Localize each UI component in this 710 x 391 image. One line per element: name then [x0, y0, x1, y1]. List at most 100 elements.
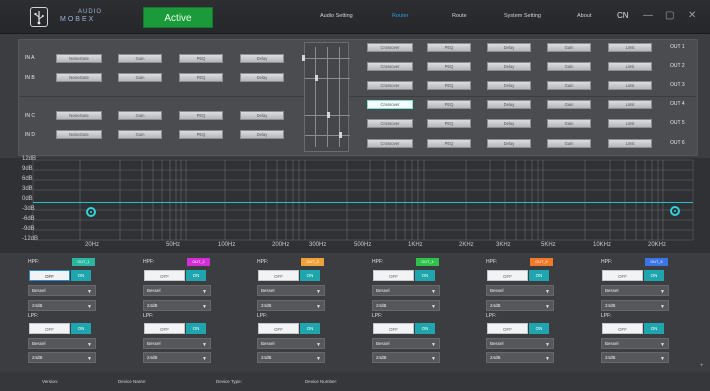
- hpf-on-button[interactable]: ON: [71, 270, 91, 281]
- hpf-slope-select[interactable]: 24dB ▼: [257, 300, 325, 311]
- plus-icon[interactable]: +: [700, 363, 704, 369]
- hpf-off-button[interactable]: OFF: [29, 270, 70, 281]
- out-2-peq-button[interactable]: PEQ: [427, 62, 471, 71]
- lpf-off-button[interactable]: OFF: [487, 323, 528, 334]
- close-icon[interactable]: ✕: [688, 10, 696, 21]
- hpf-on-button[interactable]: ON: [300, 270, 320, 281]
- lpf-type-select[interactable]: Bessel ▼: [486, 338, 554, 349]
- nav-route[interactable]: Route: [452, 13, 467, 19]
- lpf-slope-select[interactable]: 24dB ▼: [486, 352, 554, 363]
- lpf-off-button[interactable]: OFF: [258, 323, 299, 334]
- out-6-limit-button[interactable]: Limit: [608, 139, 652, 148]
- lpf-type-select[interactable]: Bessel ▼: [372, 338, 440, 349]
- routing-matrix[interactable]: [302, 42, 350, 152]
- out-1-gain-button[interactable]: Gain: [547, 43, 591, 52]
- hpf-off-button[interactable]: OFF: [373, 270, 414, 281]
- out-2-crossover-button[interactable]: Crossover: [367, 62, 413, 71]
- out-5-gain-button[interactable]: Gain: [547, 119, 591, 128]
- maximize-icon[interactable]: ▢: [665, 10, 674, 21]
- language-toggle[interactable]: CN: [617, 11, 629, 20]
- hpf-slope-select[interactable]: 24dB ▼: [143, 300, 211, 311]
- out-2-delay-button[interactable]: Delay: [487, 62, 531, 71]
- lpf-on-button[interactable]: ON: [300, 323, 320, 334]
- nav-system-setting[interactable]: System Setting: [504, 13, 541, 19]
- hpf-slope-select[interactable]: 24dB ▼: [372, 300, 440, 311]
- lpf-slope-select[interactable]: 24dB ▼: [143, 352, 211, 363]
- out-1-delay-button[interactable]: Delay: [487, 43, 531, 52]
- hpf-on-button[interactable]: ON: [644, 270, 664, 281]
- hpf-on-button[interactable]: ON: [415, 270, 435, 281]
- out-5-crossover-button[interactable]: Crossover: [367, 119, 413, 128]
- out-2-limit-button[interactable]: Limit: [608, 62, 652, 71]
- nav-about[interactable]: About: [577, 13, 591, 19]
- hpf-type-select[interactable]: Bessel ▼: [143, 285, 211, 296]
- lpf-on-button[interactable]: ON: [415, 323, 435, 334]
- hpf-type-select[interactable]: Bessel ▼: [28, 285, 96, 296]
- in-b-delay-button[interactable]: Delay: [240, 73, 284, 82]
- in-c-noisegate-button[interactable]: NoiseGate: [56, 111, 102, 120]
- eq-response-graph[interactable]: 12dB 9dB 6dB 3dB 0dB -3dB -6dB -9dB -12d…: [0, 156, 710, 253]
- route-node[interactable]: [327, 112, 330, 118]
- lpf-on-button[interactable]: ON: [644, 323, 664, 334]
- out-4-gain-button[interactable]: Gain: [547, 100, 591, 109]
- minimize-icon[interactable]: —: [643, 10, 653, 21]
- out-4-limit-button[interactable]: Limit: [608, 100, 652, 109]
- out-3-gain-button[interactable]: Gain: [547, 81, 591, 90]
- hpf-type-select[interactable]: Bessel ▼: [486, 285, 554, 296]
- out-6-gain-button[interactable]: Gain: [547, 139, 591, 148]
- in-b-noisegate-button[interactable]: NoiseGate: [56, 73, 102, 82]
- hpf-off-button[interactable]: OFF: [144, 270, 185, 281]
- route-node[interactable]: [315, 75, 318, 81]
- out-5-delay-button[interactable]: Delay: [487, 119, 531, 128]
- in-d-peq-button[interactable]: PEQ: [179, 130, 223, 139]
- lpf-type-select[interactable]: Bessel ▼: [257, 338, 325, 349]
- lpf-type-select[interactable]: Bessel ▼: [143, 338, 211, 349]
- out-4-delay-button[interactable]: Delay: [487, 100, 531, 109]
- out-3-peq-button[interactable]: PEQ: [427, 81, 471, 90]
- in-c-gain-button[interactable]: Gain: [118, 111, 162, 120]
- lpf-type-select[interactable]: Bessel ▼: [28, 338, 96, 349]
- hpf-on-button[interactable]: ON: [186, 270, 206, 281]
- out-1-crossover-button[interactable]: Crossover: [367, 43, 413, 52]
- nav-router[interactable]: Router: [392, 13, 409, 19]
- in-d-noisegate-button[interactable]: NoiseGate: [56, 130, 102, 139]
- active-button[interactable]: Active: [143, 7, 213, 28]
- hpf-on-button[interactable]: ON: [529, 270, 549, 281]
- in-b-gain-button[interactable]: Gain: [118, 73, 162, 82]
- in-d-delay-button[interactable]: Delay: [240, 130, 284, 139]
- hpf-slope-select[interactable]: 24dB ▼: [486, 300, 554, 311]
- out-3-delay-button[interactable]: Delay: [487, 81, 531, 90]
- lpf-off-button[interactable]: OFF: [373, 323, 414, 334]
- out-1-peq-button[interactable]: PEQ: [427, 43, 471, 52]
- out-3-limit-button[interactable]: Limit: [608, 81, 652, 90]
- hpf-type-select[interactable]: Bessel ▼: [372, 285, 440, 296]
- out-2-gain-button[interactable]: Gain: [547, 62, 591, 71]
- lpf-off-button[interactable]: OFF: [29, 323, 70, 334]
- lpf-type-select[interactable]: Bessel ▼: [601, 338, 669, 349]
- in-a-noisegate-button[interactable]: NoiseGate: [56, 54, 102, 63]
- out-6-delay-button[interactable]: Delay: [487, 139, 531, 148]
- in-a-gain-button[interactable]: Gain: [118, 54, 162, 63]
- lpf-on-button[interactable]: ON: [71, 323, 91, 334]
- hpf-handle[interactable]: [86, 207, 96, 217]
- out-3-crossover-button[interactable]: Crossover: [367, 81, 413, 90]
- lpf-handle[interactable]: [670, 206, 680, 216]
- nav-audio-setting[interactable]: Audio Setting: [320, 13, 353, 19]
- route-node[interactable]: [339, 132, 342, 138]
- out-4-crossover-button[interactable]: Crossover: [367, 100, 413, 109]
- out-6-peq-button[interactable]: PEQ: [427, 139, 471, 148]
- lpf-slope-select[interactable]: 24dB ▼: [28, 352, 96, 363]
- lpf-slope-select[interactable]: 24dB ▼: [601, 352, 669, 363]
- in-b-peq-button[interactable]: PEQ: [179, 73, 223, 82]
- lpf-on-button[interactable]: ON: [186, 323, 206, 334]
- lpf-off-button[interactable]: OFF: [602, 323, 643, 334]
- out-6-crossover-button[interactable]: Crossover: [367, 139, 413, 148]
- lpf-on-button[interactable]: ON: [529, 323, 549, 334]
- out-5-limit-button[interactable]: Limit: [608, 119, 652, 128]
- in-c-delay-button[interactable]: Delay: [240, 111, 284, 120]
- hpf-type-select[interactable]: Bessel ▼: [257, 285, 325, 296]
- in-a-delay-button[interactable]: Delay: [240, 54, 284, 63]
- hpf-off-button[interactable]: OFF: [602, 270, 643, 281]
- route-node[interactable]: [302, 55, 305, 61]
- hpf-off-button[interactable]: OFF: [258, 270, 299, 281]
